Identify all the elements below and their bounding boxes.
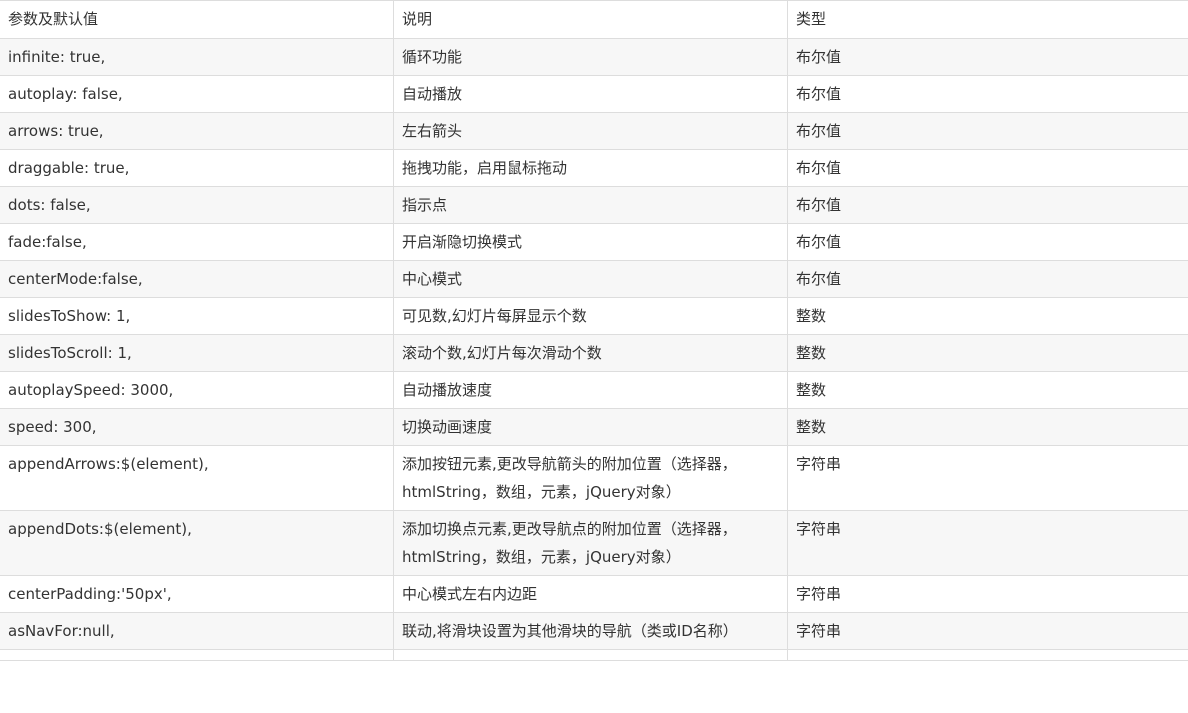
table-row: autoplay: false, 自动播放 布尔值 [0, 75, 1188, 113]
cell-param: appendDots:$(element), [0, 510, 394, 576]
table-row: centerPadding:'50px', 中心模式左右内边距 字符串 [0, 575, 1188, 613]
cell-empty [0, 649, 394, 661]
cell-description: 联动,将滑块设置为其他滑块的导航（类或ID名称） [393, 612, 788, 650]
cell-description: 拖拽功能，启用鼠标拖动 [393, 149, 788, 187]
cell-description: 切换动画速度 [393, 408, 788, 446]
cell-empty [787, 649, 1188, 661]
table-row: appendDots:$(element), 添加切换点元素,更改导航点的附加位… [0, 510, 1188, 576]
table-row: centerMode:false, 中心模式 布尔值 [0, 260, 1188, 298]
cell-param: draggable: true, [0, 149, 394, 187]
table-row: fade:false, 开启渐隐切换模式 布尔值 [0, 223, 1188, 261]
cell-type: 布尔值 [787, 223, 1188, 261]
table-row: appendArrows:$(element), 添加按钮元素,更改导航箭头的附… [0, 445, 1188, 511]
cell-param: fade:false, [0, 223, 394, 261]
cell-description: 左右箭头 [393, 112, 788, 150]
table-row-partial [0, 649, 1188, 661]
cell-param: speed: 300, [0, 408, 394, 446]
cell-type: 整数 [787, 371, 1188, 409]
cell-type: 布尔值 [787, 38, 1188, 76]
cell-type: 布尔值 [787, 186, 1188, 224]
table-header-row: 参数及默认值 说明 类型 [0, 0, 1188, 39]
table-row: asNavFor:null, 联动,将滑块设置为其他滑块的导航（类或ID名称） … [0, 612, 1188, 650]
cell-empty [393, 649, 788, 661]
cell-param: dots: false, [0, 186, 394, 224]
cell-description: 添加切换点元素,更改导航点的附加位置（选择器，htmlString，数组，元素，… [393, 510, 788, 576]
cell-param: slidesToScroll: 1, [0, 334, 394, 372]
cell-description: 指示点 [393, 186, 788, 224]
cell-description: 添加按钮元素,更改导航箭头的附加位置（选择器，htmlString，数组，元素，… [393, 445, 788, 511]
cell-description: 中心模式左右内边距 [393, 575, 788, 613]
table-row: infinite: true, 循环功能 布尔值 [0, 38, 1188, 76]
parameters-table: 参数及默认值 说明 类型 infinite: true, 循环功能 布尔值 au… [0, 0, 1188, 661]
cell-type: 布尔值 [787, 260, 1188, 298]
cell-description: 自动播放速度 [393, 371, 788, 409]
header-type: 类型 [787, 0, 1188, 39]
cell-param: infinite: true, [0, 38, 394, 76]
cell-type: 布尔值 [787, 112, 1188, 150]
table-row: speed: 300, 切换动画速度 整数 [0, 408, 1188, 446]
cell-type: 字符串 [787, 445, 1188, 511]
cell-type: 布尔值 [787, 149, 1188, 187]
cell-param: autoplay: false, [0, 75, 394, 113]
cell-param: appendArrows:$(element), [0, 445, 394, 511]
cell-param: centerMode:false, [0, 260, 394, 298]
cell-type: 整数 [787, 297, 1188, 335]
table-row: draggable: true, 拖拽功能，启用鼠标拖动 布尔值 [0, 149, 1188, 187]
cell-type: 整数 [787, 334, 1188, 372]
cell-description: 中心模式 [393, 260, 788, 298]
table-row: slidesToScroll: 1, 滚动个数,幻灯片每次滑动个数 整数 [0, 334, 1188, 372]
cell-param: slidesToShow: 1, [0, 297, 394, 335]
cell-description: 开启渐隐切换模式 [393, 223, 788, 261]
table-row: arrows: true, 左右箭头 布尔值 [0, 112, 1188, 150]
cell-type: 布尔值 [787, 75, 1188, 113]
cell-param: centerPadding:'50px', [0, 575, 394, 613]
cell-description: 滚动个数,幻灯片每次滑动个数 [393, 334, 788, 372]
cell-param: autoplaySpeed: 3000, [0, 371, 394, 409]
cell-description: 可见数,幻灯片每屏显示个数 [393, 297, 788, 335]
cell-param: asNavFor:null, [0, 612, 394, 650]
table-row: slidesToShow: 1, 可见数,幻灯片每屏显示个数 整数 [0, 297, 1188, 335]
cell-type: 整数 [787, 408, 1188, 446]
cell-type: 字符串 [787, 510, 1188, 576]
table-row: dots: false, 指示点 布尔值 [0, 186, 1188, 224]
header-param: 参数及默认值 [0, 0, 394, 39]
cell-type: 字符串 [787, 575, 1188, 613]
cell-description: 自动播放 [393, 75, 788, 113]
header-description: 说明 [393, 0, 788, 39]
cell-param: arrows: true, [0, 112, 394, 150]
cell-type: 字符串 [787, 612, 1188, 650]
cell-description: 循环功能 [393, 38, 788, 76]
table-row: autoplaySpeed: 3000, 自动播放速度 整数 [0, 371, 1188, 409]
